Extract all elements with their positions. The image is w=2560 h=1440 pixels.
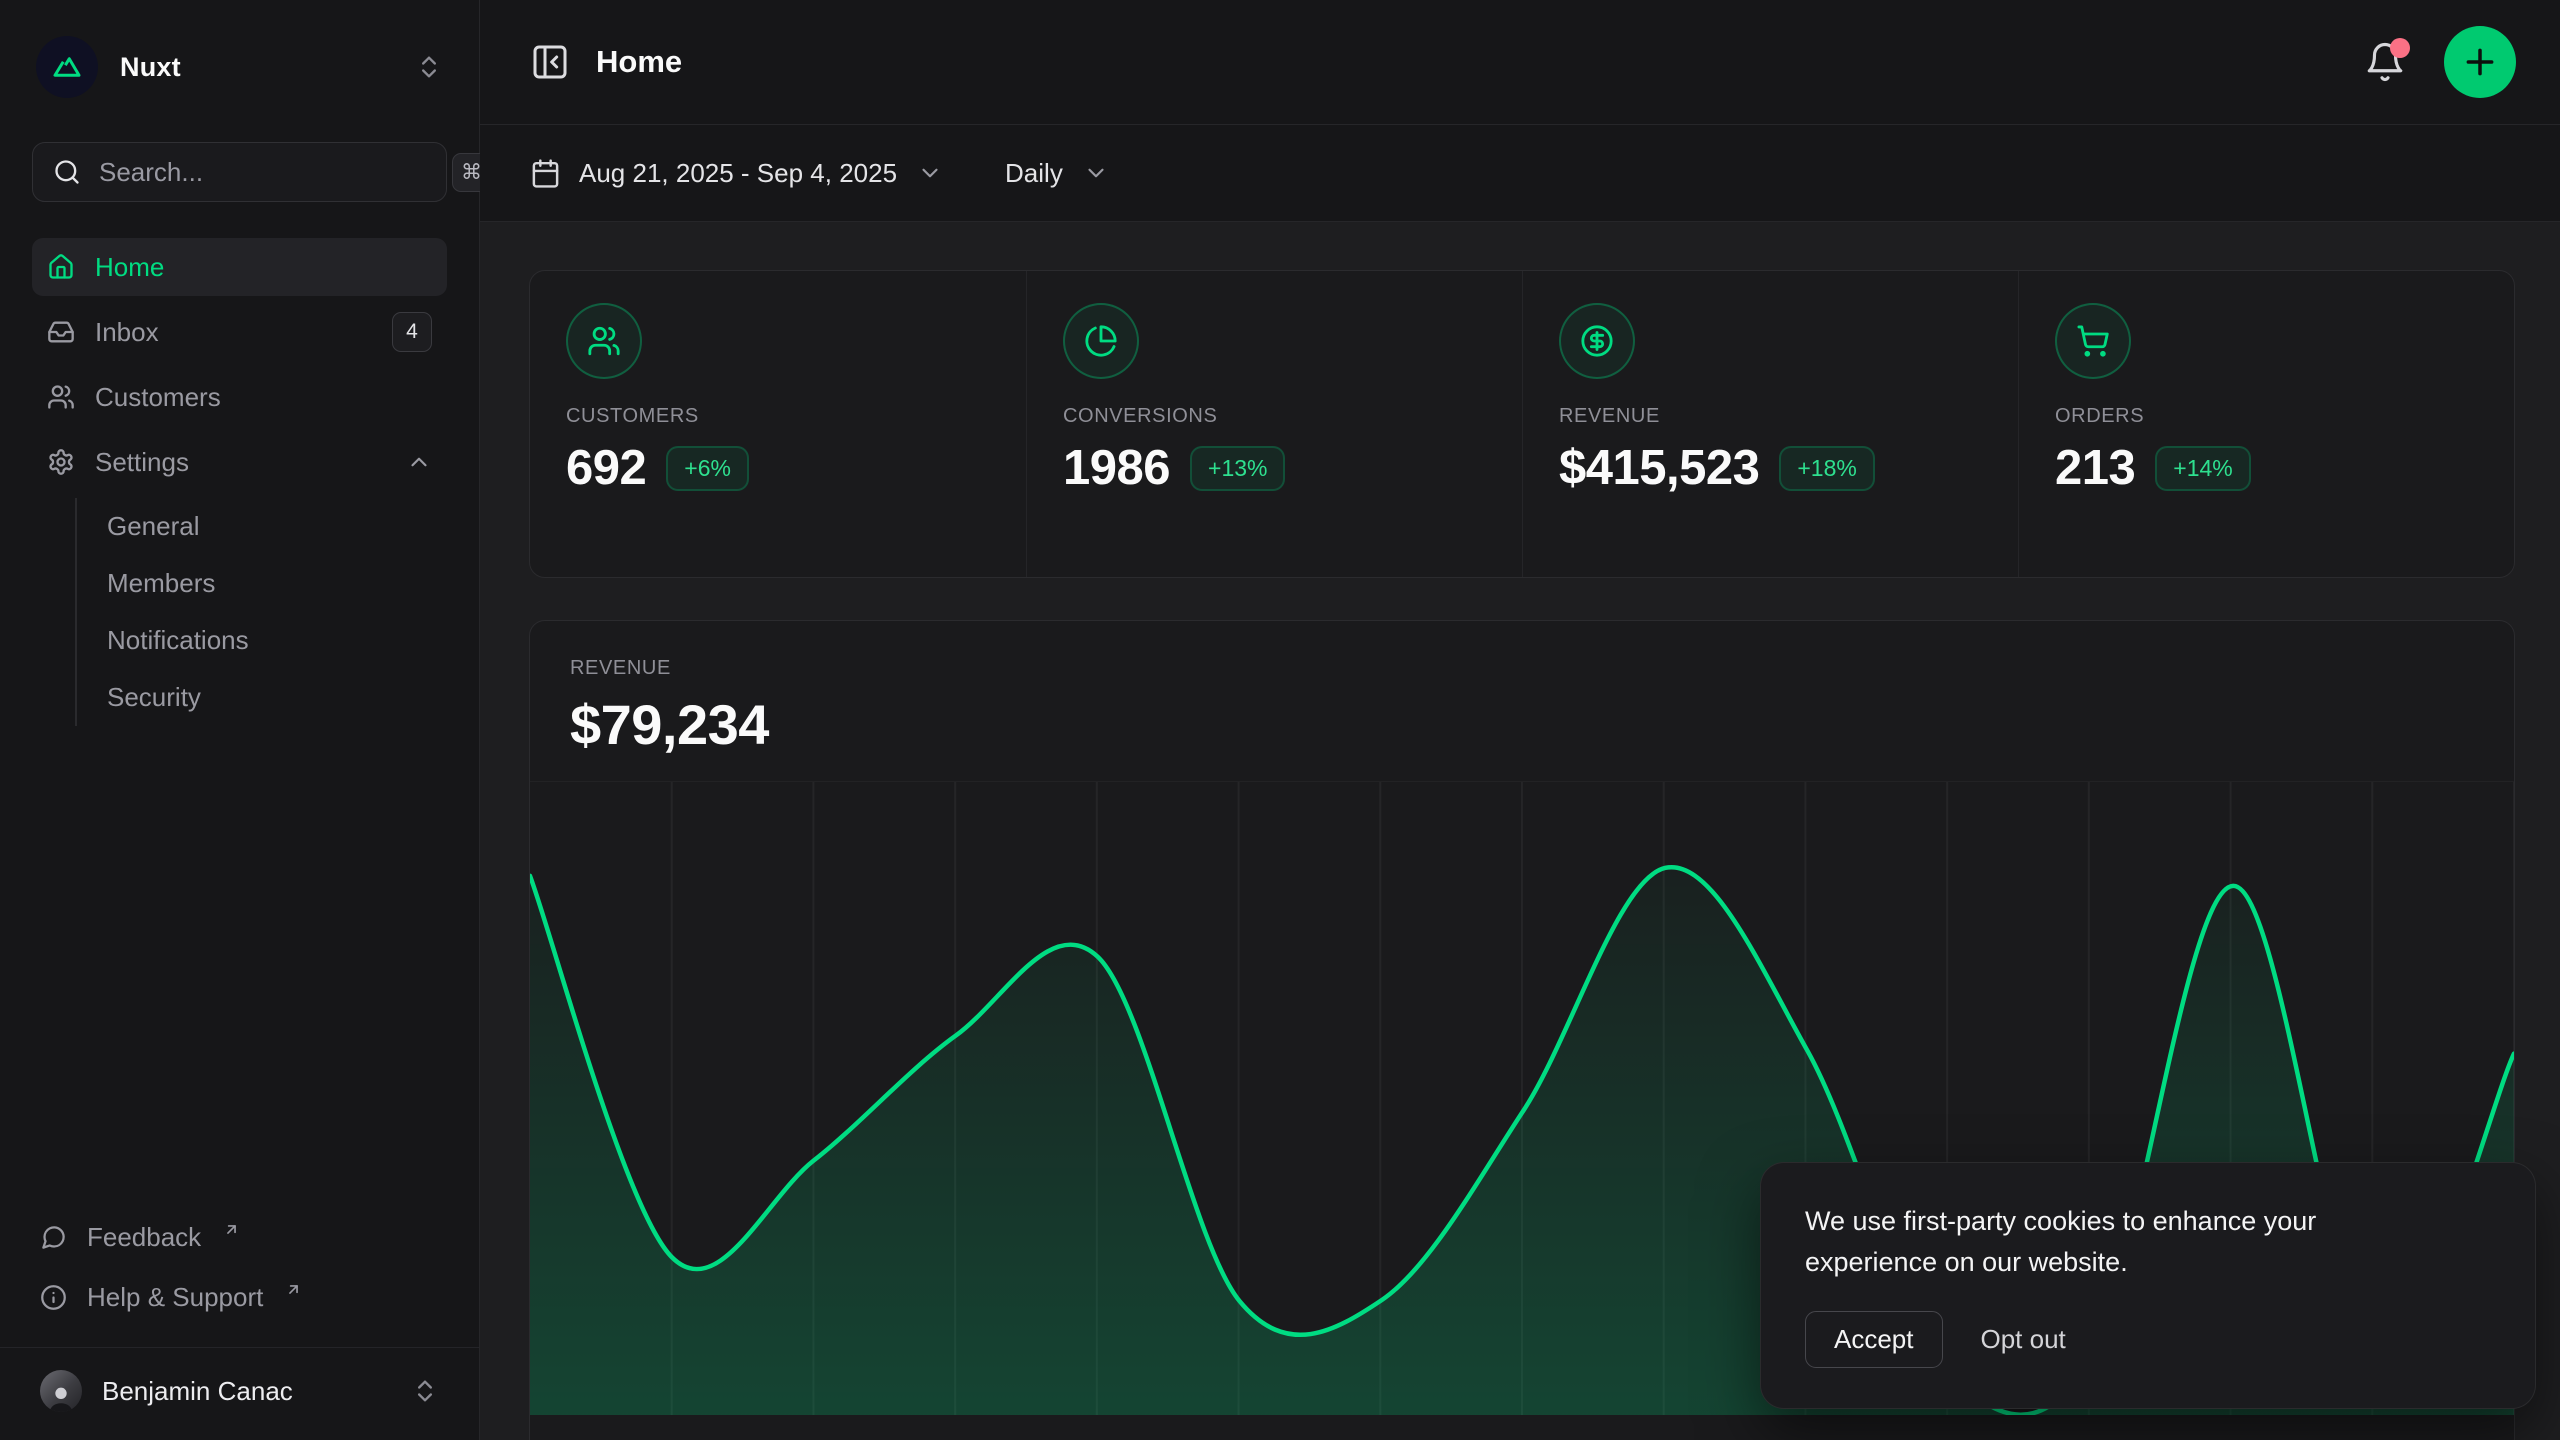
chevrons-up-down-icon bbox=[411, 1377, 439, 1405]
sidebar-item-home[interactable]: Home bbox=[32, 238, 447, 296]
sidebar-item-inbox[interactable]: Inbox 4 bbox=[32, 303, 447, 361]
sidebar-item-help-support[interactable]: Help & Support bbox=[32, 1269, 447, 1325]
sidebar-item-label: Home bbox=[95, 252, 164, 283]
info-icon bbox=[40, 1284, 67, 1311]
gear-icon bbox=[47, 448, 75, 476]
stat-delta-badge: +13% bbox=[1190, 446, 1285, 491]
stat-card-conversions: CONVERSIONS 1986 +13% bbox=[1026, 271, 1522, 577]
sidebar: Nuxt ⌘ K Home Inbox 4 bbox=[0, 0, 480, 1440]
user-menu[interactable]: Benjamin Canac bbox=[32, 1370, 447, 1412]
date-range-picker[interactable]: Aug 21, 2025 - Sep 4, 2025 bbox=[530, 158, 943, 189]
sidebar-item-general[interactable]: General bbox=[77, 498, 447, 555]
sidebar-item-feedback[interactable]: Feedback bbox=[32, 1209, 447, 1265]
stat-label: CUSTOMERS bbox=[566, 405, 990, 428]
granularity-label: Daily bbox=[1005, 158, 1063, 189]
granularity-select[interactable]: Daily bbox=[1005, 158, 1109, 189]
stat-card-orders: ORDERS 213 +14% bbox=[2018, 271, 2514, 577]
stat-label: REVENUE bbox=[1559, 405, 1982, 428]
cookie-banner: We use first-party cookies to enhance yo… bbox=[1760, 1162, 2536, 1409]
sidebar-item-label: Notifications bbox=[107, 625, 249, 656]
stat-value: 1986 bbox=[1063, 440, 1170, 496]
users-icon bbox=[566, 303, 642, 379]
external-link-icon bbox=[285, 1281, 302, 1298]
notification-dot bbox=[2390, 38, 2410, 58]
stat-value: $415,523 bbox=[1559, 440, 1759, 496]
sidebar-nav: Home Inbox 4 Customers Settings bbox=[32, 238, 447, 732]
date-range-label: Aug 21, 2025 - Sep 4, 2025 bbox=[579, 158, 897, 189]
notifications-bell-button[interactable] bbox=[2364, 41, 2406, 83]
sidebar-item-label: Settings bbox=[95, 447, 189, 478]
chevron-down-icon bbox=[917, 160, 943, 186]
stat-delta-badge: +14% bbox=[2155, 446, 2250, 491]
sidebar-item-label: Help & Support bbox=[87, 1282, 263, 1313]
user-name: Benjamin Canac bbox=[102, 1376, 293, 1407]
sidebar-divider bbox=[0, 1347, 479, 1348]
search-box[interactable]: ⌘ K bbox=[32, 142, 447, 202]
opt-out-button[interactable]: Opt out bbox=[1981, 1324, 2066, 1355]
revenue-chart-label: REVENUE bbox=[570, 657, 2474, 680]
chevron-up-icon bbox=[406, 449, 432, 475]
inbox-count-badge: 4 bbox=[392, 312, 432, 352]
team-switcher[interactable]: Nuxt bbox=[32, 36, 447, 98]
chevrons-up-down-icon bbox=[415, 53, 443, 81]
stat-delta-badge: +6% bbox=[666, 446, 749, 491]
sidebar-collapse-button[interactable] bbox=[530, 42, 570, 82]
sidebar-item-label: Inbox bbox=[95, 317, 159, 348]
page-header: Home bbox=[480, 0, 2560, 125]
avatar bbox=[40, 1370, 82, 1412]
stats-panel: CUSTOMERS 692 +6% CONVERSIONS 1986 +13% bbox=[529, 270, 2515, 578]
stat-value: 692 bbox=[566, 440, 646, 496]
cookie-message: We use first-party cookies to enhance yo… bbox=[1805, 1201, 2425, 1283]
stat-label: ORDERS bbox=[2055, 405, 2478, 428]
search-input[interactable] bbox=[99, 157, 434, 188]
sidebar-item-members[interactable]: Members bbox=[77, 555, 447, 612]
add-button[interactable] bbox=[2444, 26, 2516, 98]
stat-value: 213 bbox=[2055, 440, 2135, 496]
stat-label: CONVERSIONS bbox=[1063, 405, 1486, 428]
search-icon bbox=[53, 158, 81, 186]
sidebar-item-settings[interactable]: Settings bbox=[32, 433, 447, 491]
page-title: Home bbox=[596, 44, 682, 80]
sidebar-item-label: Feedback bbox=[87, 1222, 201, 1253]
sidebar-item-label: Customers bbox=[95, 382, 221, 413]
nuxt-logo-icon bbox=[36, 36, 98, 98]
stat-delta-badge: +18% bbox=[1779, 446, 1874, 491]
sidebar-item-label: Security bbox=[107, 682, 201, 713]
shopping-cart-icon bbox=[2055, 303, 2131, 379]
chevron-down-icon bbox=[1083, 160, 1109, 186]
stat-card-customers: CUSTOMERS 692 +6% bbox=[530, 271, 1026, 577]
external-link-icon bbox=[223, 1221, 240, 1238]
filters-toolbar: Aug 21, 2025 - Sep 4, 2025 Daily bbox=[480, 125, 2560, 222]
inbox-icon bbox=[47, 318, 75, 346]
sidebar-item-security[interactable]: Security bbox=[77, 669, 447, 726]
settings-subnav: General Members Notifications Security bbox=[75, 498, 447, 726]
stat-card-revenue: REVENUE $415,523 +18% bbox=[1522, 271, 2018, 577]
users-icon bbox=[47, 383, 75, 411]
pie-chart-icon bbox=[1063, 303, 1139, 379]
sidebar-item-label: General bbox=[107, 511, 200, 542]
revenue-chart-total: $79,234 bbox=[570, 692, 2474, 757]
sidebar-footer: Feedback Help & Support bbox=[32, 1209, 447, 1329]
brand-name: Nuxt bbox=[120, 52, 181, 83]
house-icon bbox=[47, 253, 75, 281]
accept-button[interactable]: Accept bbox=[1805, 1311, 1943, 1368]
sidebar-item-notifications[interactable]: Notifications bbox=[77, 612, 447, 669]
message-circle-icon bbox=[40, 1224, 67, 1251]
sidebar-item-label: Members bbox=[107, 568, 215, 599]
sidebar-item-customers[interactable]: Customers bbox=[32, 368, 447, 426]
circle-dollar-icon bbox=[1559, 303, 1635, 379]
calendar-icon bbox=[530, 158, 561, 189]
